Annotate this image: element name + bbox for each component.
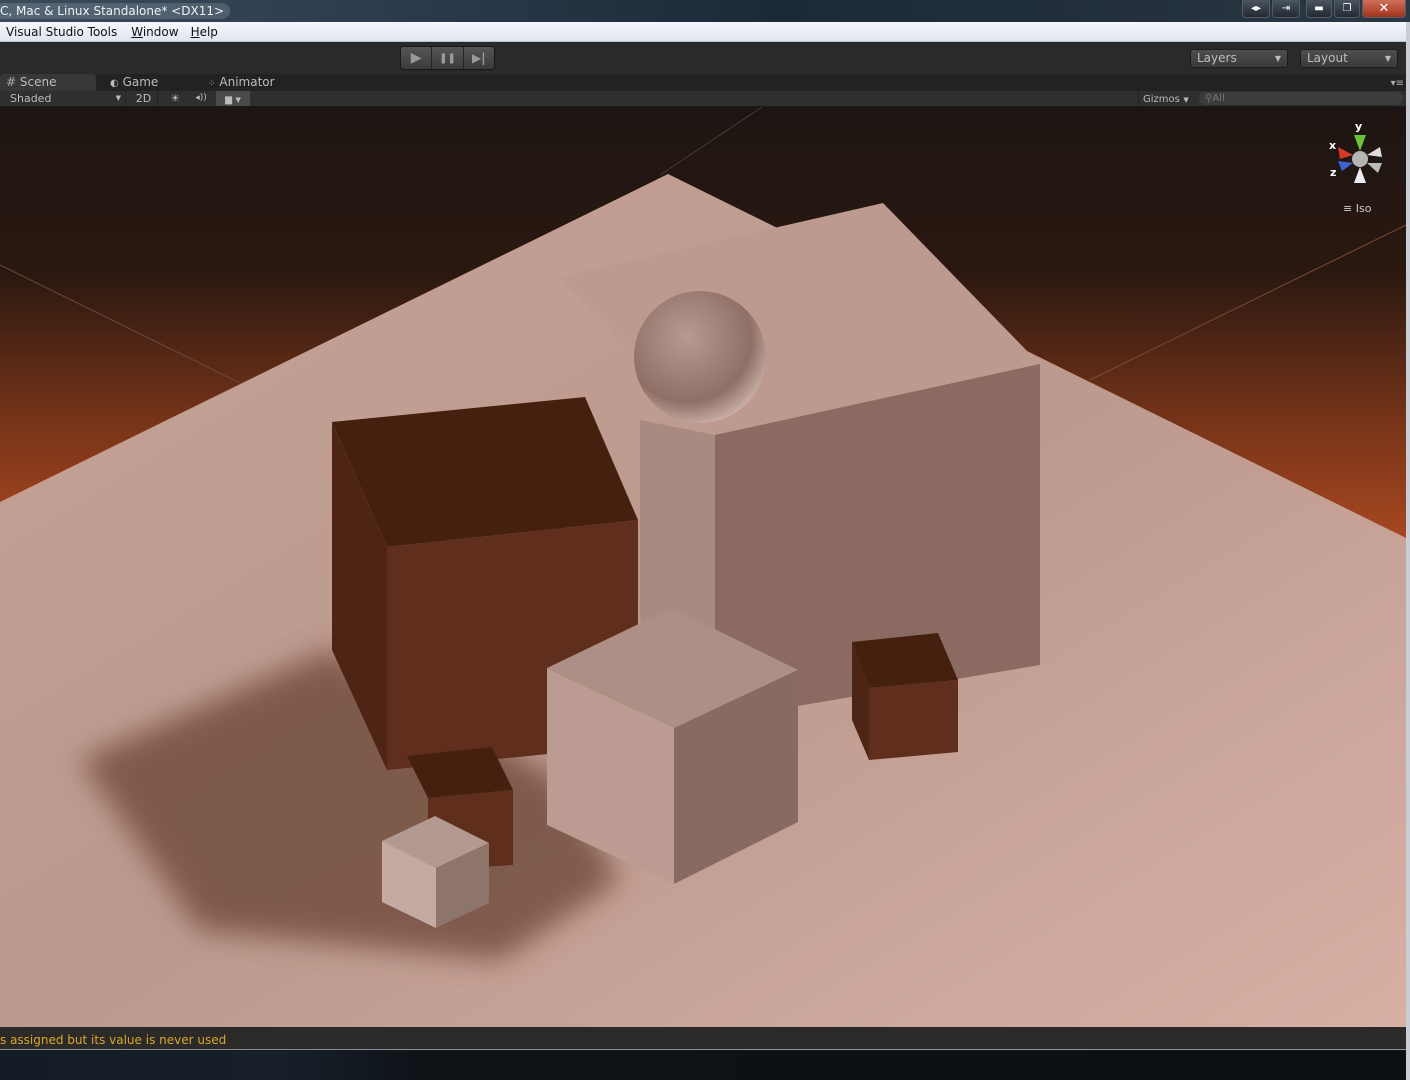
menu-window-rest: indow xyxy=(142,24,179,39)
neg-z-cone xyxy=(1367,163,1382,173)
play-icon: ▶ xyxy=(410,50,422,66)
small-dark-cube-front xyxy=(869,680,958,760)
neg-x-cone xyxy=(1367,147,1382,157)
minimize-button[interactable]: ▬ xyxy=(1306,0,1332,18)
window-controls: ◂▸ ⇥ ▬ ❐ ✕ xyxy=(1242,0,1406,19)
shading-mode-label: Shaded xyxy=(10,92,52,105)
minimize-icon: ▬ xyxy=(1314,3,1324,14)
panel-menu-icon[interactable]: ▾≡ xyxy=(1391,78,1404,89)
window-border xyxy=(1406,22,1410,1080)
tab-animator[interactable]: ⁘ Animator xyxy=(202,74,275,91)
2d-toggle[interactable]: 2D xyxy=(130,91,158,106)
console-message: s assigned but its value is never used xyxy=(0,1033,227,1047)
tab-animator-label: Animator xyxy=(219,75,275,89)
menu-help[interactable]: Help xyxy=(185,25,224,39)
chevron-down-icon: ▼ xyxy=(235,96,241,104)
layout-dropdown[interactable]: Layout ▼ xyxy=(1300,49,1398,68)
grid-icon: # xyxy=(6,75,17,89)
play-button[interactable]: ▶ xyxy=(401,47,433,69)
arrows-icon: ◂▸ xyxy=(1250,3,1262,14)
scene-search-input[interactable]: ⚲All xyxy=(1199,92,1403,105)
x-axis-label: x xyxy=(1329,139,1337,152)
gizmo-center xyxy=(1352,151,1368,167)
menu-visual-studio-tools[interactable]: Visual Studio Tools xyxy=(0,25,123,39)
menu-help-rest: elp xyxy=(199,24,218,39)
chevron-down-icon: ▼ xyxy=(1274,54,1281,63)
tab-game[interactable]: ◐ Game xyxy=(104,74,158,91)
pause-icon: ❚❚ xyxy=(439,52,456,64)
neg-y-cone xyxy=(1354,167,1366,183)
shading-mode-dropdown[interactable]: Shaded ▼ xyxy=(0,91,126,106)
menu-window-accel: W xyxy=(131,24,143,39)
z-axis-cone xyxy=(1338,161,1353,171)
main-toolbar: ▶ ❚❚ ▶| Layers ▼ Layout ▼ xyxy=(0,42,1406,74)
maximize-icon: ❐ xyxy=(1342,3,1352,14)
chevron-down-icon: ▼ xyxy=(115,94,121,102)
sphere xyxy=(634,291,766,423)
view-tabs: # Scene ◐ Game ⁘ Animator ▾≡ xyxy=(0,74,1406,91)
menu-lines-icon: ≡ xyxy=(1343,202,1353,215)
y-axis-label: y xyxy=(1355,120,1363,133)
pacman-icon: ◐ xyxy=(110,78,119,89)
layers-label: Layers xyxy=(1197,51,1237,65)
speaker-icon: ◂)) xyxy=(195,93,207,103)
menu-bar: Visual Studio Tools Window Help xyxy=(0,22,1406,42)
animator-icon: ⁘ xyxy=(208,79,216,89)
scene-render xyxy=(0,107,1406,1027)
gizmos-dropdown[interactable]: Gizmos ▼ xyxy=(1138,91,1194,106)
gizmos-label: Gizmos xyxy=(1143,94,1180,105)
layout-label: Layout xyxy=(1307,51,1348,65)
unity-editor-window: C, Mac & Linux Standalone* <DX11> ◂▸ ⇥ ▬… xyxy=(0,0,1410,1080)
effects-dropdown[interactable]: ▆ ▼ xyxy=(216,91,250,106)
tab-game-label: Game xyxy=(122,75,159,89)
title-bar: C, Mac & Linux Standalone* <DX11> ◂▸ ⇥ ▬… xyxy=(0,0,1410,22)
scene-viewport[interactable]: y x z ≡ Iso xyxy=(0,107,1406,1027)
tab-scene[interactable]: # Scene xyxy=(0,74,96,91)
close-icon: ✕ xyxy=(1378,1,1390,16)
step-icon: ▶| xyxy=(472,51,486,65)
console-status-bar[interactable]: s assigned but its value is never used xyxy=(0,1027,1406,1050)
step-button[interactable]: ▶| xyxy=(464,47,494,69)
exit-icon: ⇥ xyxy=(1281,3,1291,14)
lighting-toggle[interactable]: ☀ xyxy=(164,91,186,106)
z-axis-label: z xyxy=(1330,166,1337,179)
sun-icon: ☀ xyxy=(170,92,180,105)
window-title: C, Mac & Linux Standalone* <DX11> xyxy=(0,3,231,19)
projection-toggle[interactable]: ≡ Iso xyxy=(1343,202,1371,215)
x-axis-cone xyxy=(1338,147,1353,159)
projection-label: Iso xyxy=(1355,202,1372,215)
big-dark-cube-top xyxy=(332,397,638,547)
y-axis-cone xyxy=(1354,135,1366,151)
audio-toggle[interactable]: ◂)) xyxy=(190,91,212,106)
menu-window[interactable]: Window xyxy=(125,25,184,39)
chevron-down-icon: ▼ xyxy=(1183,96,1189,104)
chevron-down-icon: ▼ xyxy=(1384,54,1391,63)
menu-help-accel: H xyxy=(190,24,200,39)
search-placeholder: All xyxy=(1212,93,1225,104)
orientation-gizmo[interactable]: y x z xyxy=(1326,120,1390,187)
pause-button[interactable]: ❚❚ xyxy=(432,47,464,69)
tab-scene-label: Scene xyxy=(19,75,57,89)
close-button[interactable]: ✕ xyxy=(1362,0,1406,18)
playback-controls: ▶ ❚❚ ▶| xyxy=(400,46,495,70)
maximize-button[interactable]: ❐ xyxy=(1334,0,1360,18)
exit-button[interactable]: ⇥ xyxy=(1272,0,1300,18)
restore-arrows-button[interactable]: ◂▸ xyxy=(1242,0,1270,18)
layers-dropdown[interactable]: Layers ▼ xyxy=(1190,49,1288,68)
scene-toolbar: Shaded ▼ 2D ☀ ◂)) ▆ ▼ Gizmos ▼ ⚲All xyxy=(0,91,1406,107)
image-icon: ▆ xyxy=(225,95,233,105)
taskbar-area xyxy=(0,1051,1406,1080)
